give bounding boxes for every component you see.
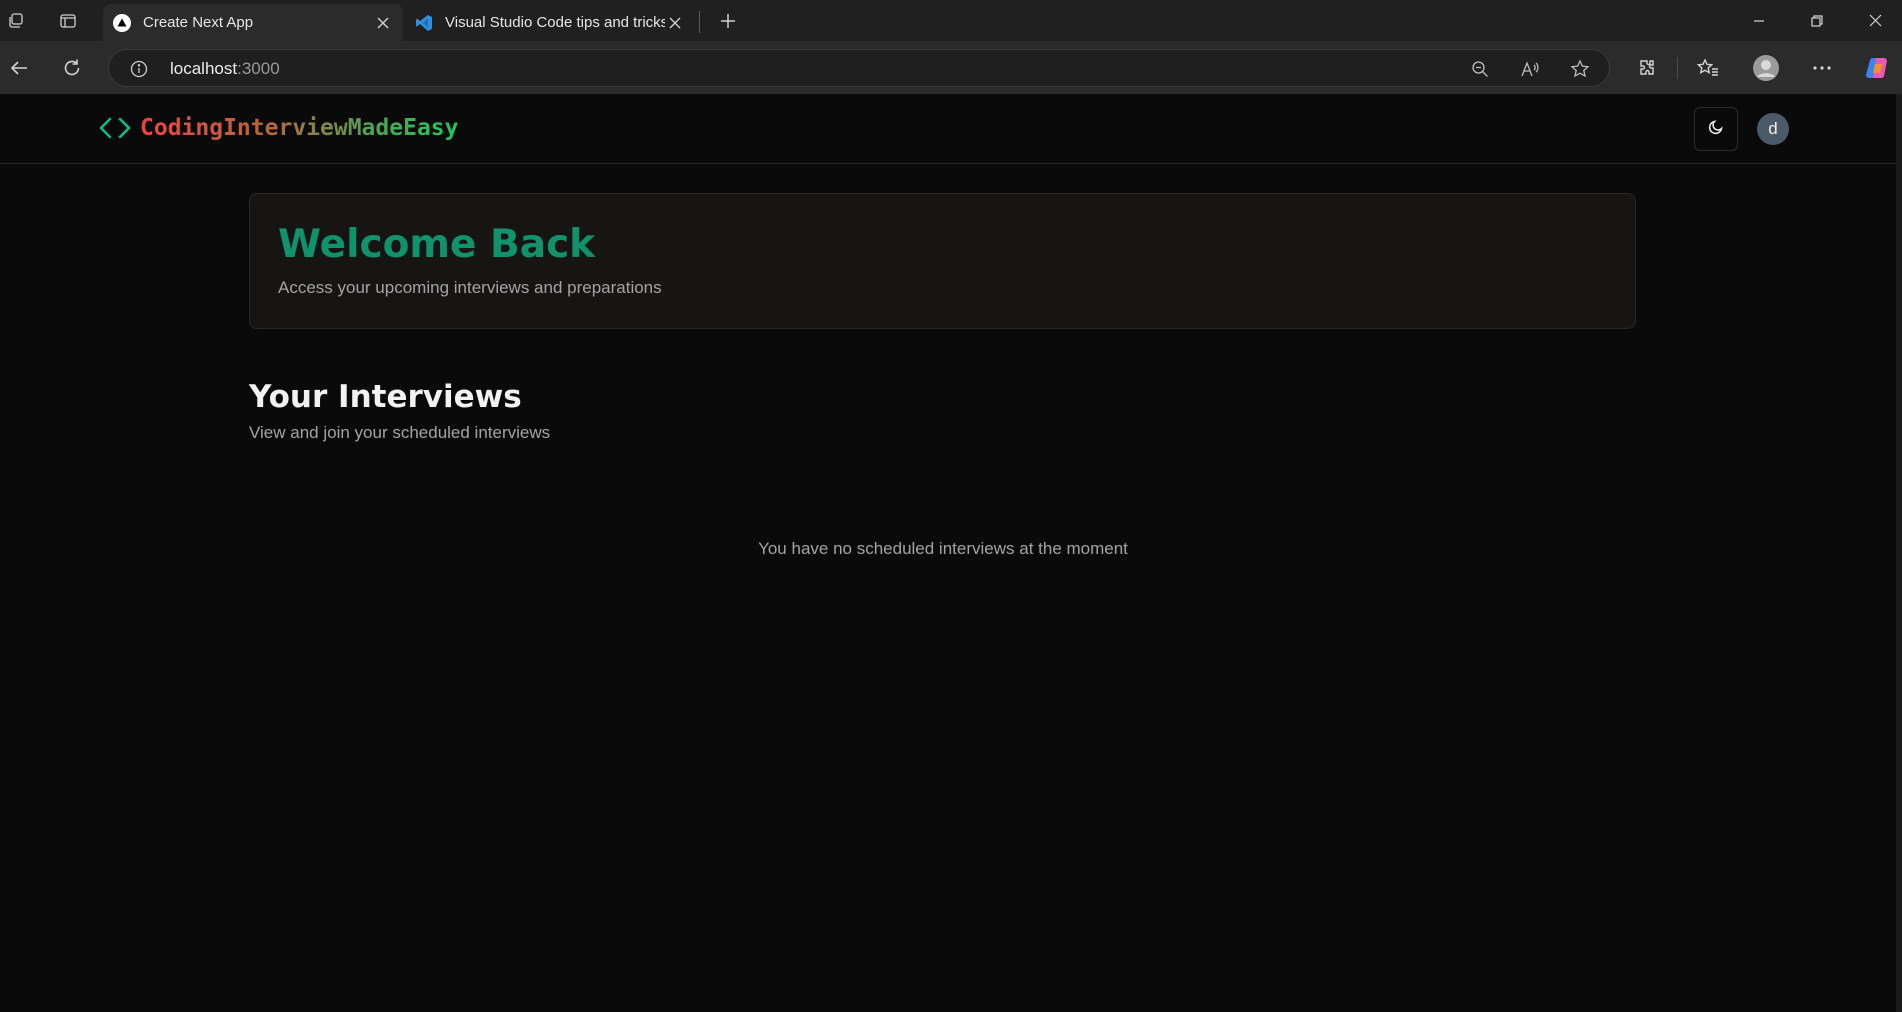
tab-title: Create Next App bbox=[143, 14, 254, 31]
page-scrollbar[interactable] bbox=[1896, 94, 1902, 1012]
read-aloud-icon[interactable] bbox=[1519, 58, 1541, 80]
theme-toggle-button[interactable] bbox=[1694, 107, 1738, 151]
extensions-icon[interactable] bbox=[1632, 53, 1662, 83]
interviews-title: Your Interviews bbox=[249, 379, 522, 415]
close-tab-icon[interactable] bbox=[665, 13, 685, 33]
address-bar[interactable]: localhost:3000 bbox=[108, 49, 1610, 87]
favorite-star-icon[interactable] bbox=[1569, 58, 1591, 80]
tab-actions-icon[interactable] bbox=[54, 8, 82, 34]
browser-toolbar: localhost:3000 bbox=[0, 41, 1902, 94]
user-avatar[interactable]: d bbox=[1757, 113, 1789, 145]
welcome-card: Welcome Back Access your upcoming interv… bbox=[249, 193, 1636, 329]
profile-icon[interactable] bbox=[1751, 53, 1781, 83]
more-options-icon[interactable] bbox=[1807, 53, 1837, 83]
web-page: CodingInterviewMadeEasy d Welcome Back A… bbox=[0, 94, 1896, 1012]
empty-state-message: You have no scheduled interviews at the … bbox=[758, 539, 1128, 558]
zoom-out-icon[interactable] bbox=[1469, 58, 1491, 80]
code-brackets-icon bbox=[98, 115, 132, 141]
welcome-title: Welcome Back bbox=[278, 222, 596, 267]
vscode-icon bbox=[415, 14, 433, 32]
interviews-subtitle: View and join your scheduled interviews bbox=[249, 423, 551, 442]
back-arrow-icon[interactable] bbox=[4, 53, 34, 83]
close-tab-icon[interactable] bbox=[373, 13, 393, 33]
welcome-subtitle: Access your upcoming interviews and prep… bbox=[278, 278, 662, 297]
moon-icon bbox=[1708, 119, 1724, 140]
workspaces-icon[interactable] bbox=[2, 8, 30, 34]
favorites-icon[interactable] bbox=[1693, 53, 1723, 83]
tab-vscode-tips[interactable]: Visual Studio Code tips and tricks bbox=[405, 4, 695, 41]
site-navbar: CodingInterviewMadeEasy d bbox=[0, 94, 1896, 164]
tab-title: Visual Studio Code tips and tricks bbox=[445, 14, 665, 31]
copilot-icon[interactable] bbox=[1862, 53, 1892, 83]
tab-divider bbox=[699, 11, 700, 33]
minimize-icon[interactable] bbox=[1730, 0, 1788, 41]
nextjs-triangle-icon bbox=[113, 13, 131, 32]
close-window-icon[interactable] bbox=[1846, 0, 1902, 41]
brand-name: CodingInterviewMadeEasy bbox=[140, 115, 459, 141]
brand-logo-link[interactable]: CodingInterviewMadeEasy bbox=[98, 115, 459, 141]
toolbar-divider bbox=[1677, 57, 1678, 79]
browser-tab-bar: Create Next App Visual Studio Code tips … bbox=[0, 0, 1902, 41]
new-tab-icon[interactable] bbox=[714, 8, 742, 34]
site-info-icon[interactable] bbox=[129, 59, 149, 79]
refresh-icon[interactable] bbox=[57, 53, 87, 83]
restore-icon[interactable] bbox=[1788, 0, 1846, 41]
address-url: localhost:3000 bbox=[170, 59, 280, 78]
tab-create-next-app[interactable]: Create Next App bbox=[103, 4, 403, 41]
